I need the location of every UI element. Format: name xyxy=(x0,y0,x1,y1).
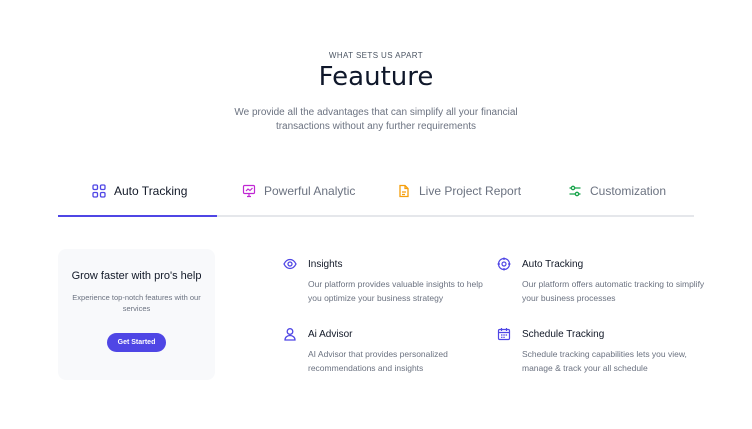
promo-description: Experience top-notch features with our s… xyxy=(72,293,201,313)
feature-title: Insights xyxy=(308,259,343,270)
promo-card: Grow faster with pro's help Experience t… xyxy=(58,249,215,380)
grid-icon xyxy=(92,184,106,198)
active-tab-indicator xyxy=(58,215,217,217)
get-started-button[interactable]: Get Started xyxy=(106,333,167,352)
tab-live-project-report[interactable]: Live Project Report xyxy=(397,175,521,217)
presentation-chart-icon xyxy=(242,184,256,198)
feature-description: Our platform provides valuable insights … xyxy=(308,279,483,303)
feature-description: Our platform offers automatic tracking t… xyxy=(522,279,705,303)
user-icon xyxy=(283,327,297,341)
tab-label: Auto Tracking xyxy=(114,184,188,198)
section-title: Feauture xyxy=(318,62,434,92)
feature-description: Schedule tracking capabilities lets you … xyxy=(522,349,687,373)
tab-customization[interactable]: Customization xyxy=(568,175,666,217)
promo-title: Grow faster with pro's help xyxy=(71,270,202,282)
document-icon xyxy=(397,184,411,198)
feature-description: AI Advisor that provides personalized re… xyxy=(308,349,448,373)
tab-auto-tracking[interactable]: Auto Tracking xyxy=(92,175,187,217)
tab-label: Customization xyxy=(590,184,667,198)
feature-title: Schedule Tracking xyxy=(522,329,605,340)
feature-title: Ai Advisor xyxy=(308,329,353,340)
section-subtitle: We provide all the advantages that can s… xyxy=(234,107,518,132)
calendar-icon xyxy=(497,327,511,341)
tab-label: Powerful Analytic xyxy=(264,184,356,198)
feature-title: Auto Tracking xyxy=(522,259,584,270)
eye-icon xyxy=(283,257,297,271)
section-eyebrow: WHAT SETS US APART xyxy=(328,51,424,60)
feature-tabs: Auto Tracking Powerful Analytic Live Pro… xyxy=(58,175,694,217)
sliders-icon xyxy=(568,184,582,198)
tab-label: Live Project Report xyxy=(419,184,522,198)
target-icon xyxy=(497,257,511,271)
tab-powerful-analytic[interactable]: Powerful Analytic xyxy=(242,175,355,217)
